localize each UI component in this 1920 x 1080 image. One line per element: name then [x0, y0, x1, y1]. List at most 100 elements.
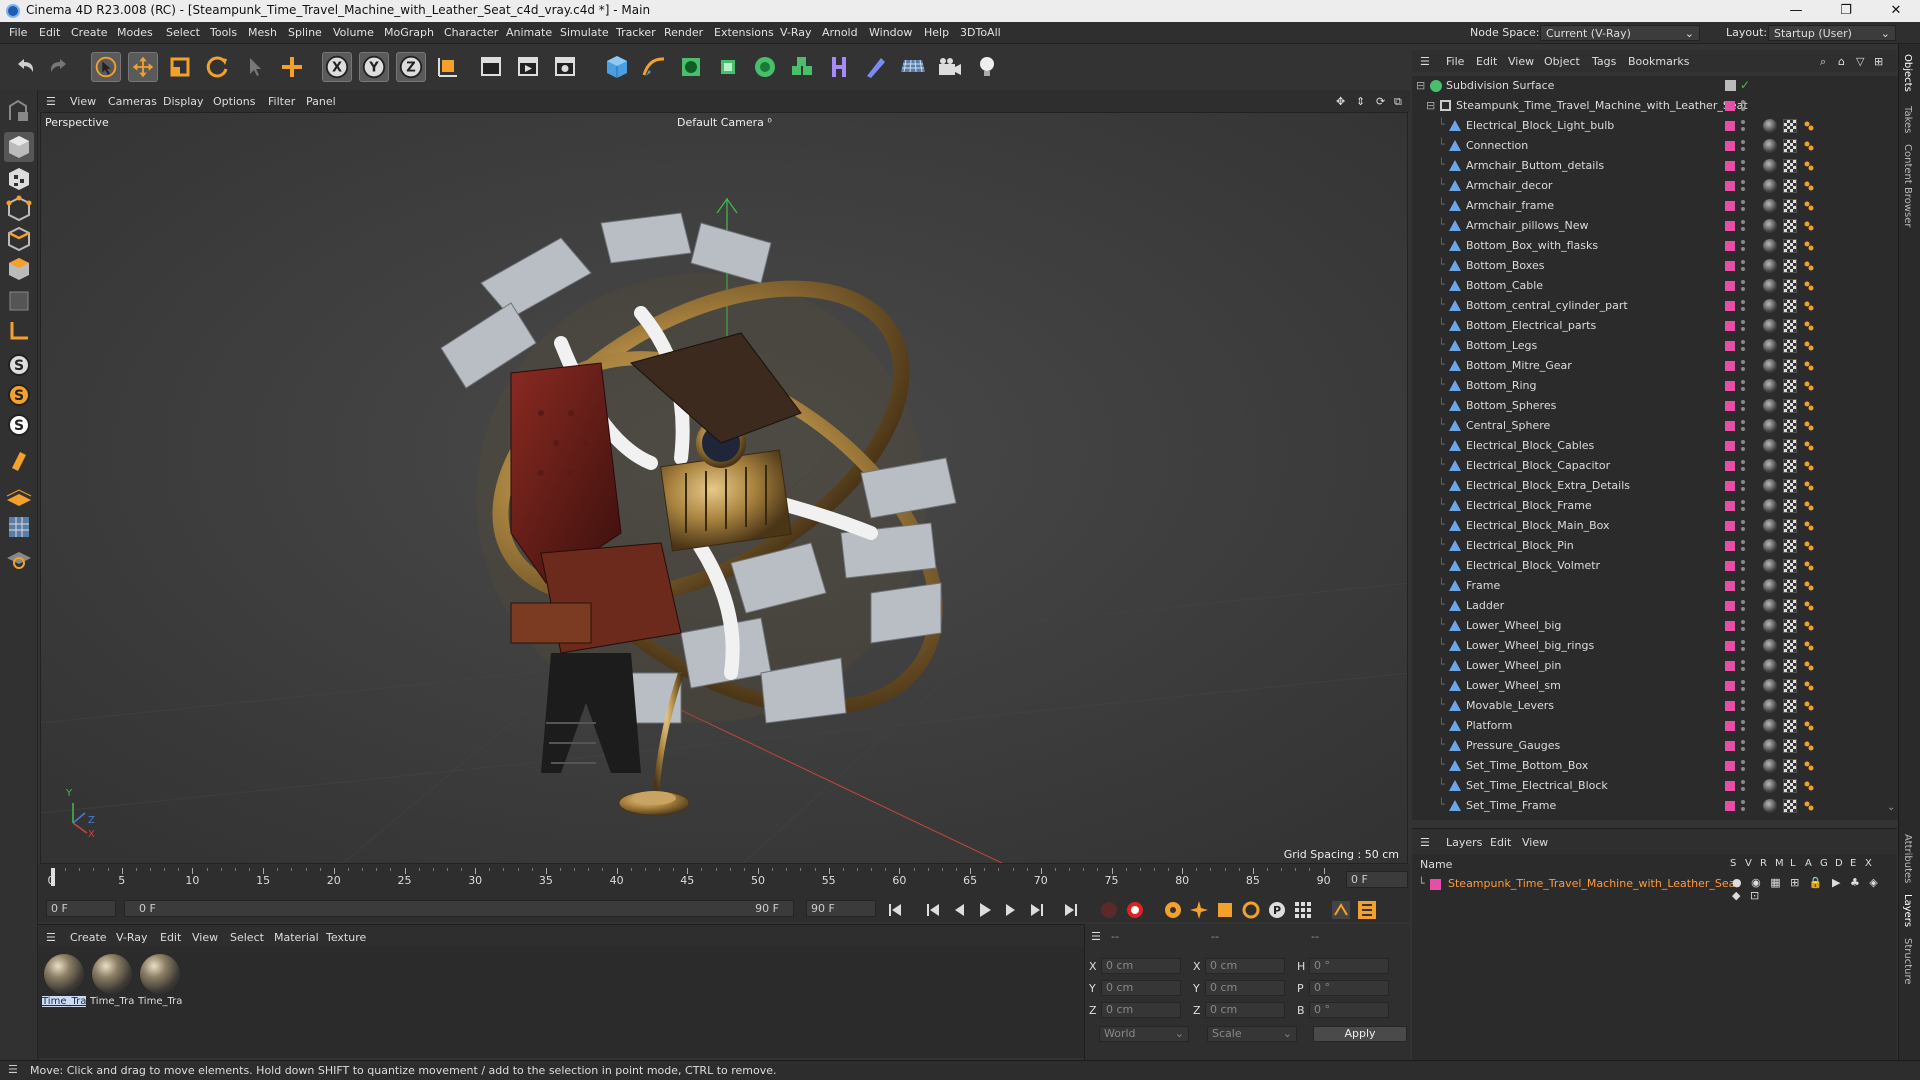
editor-visibility-dot[interactable] [1741, 280, 1745, 284]
object-row[interactable]: └ Movable_Levers [1412, 696, 1886, 716]
object-row[interactable]: └ Electrical_Block_Main_Box [1412, 516, 1886, 536]
mograph-cloner-button[interactable] [750, 52, 780, 82]
editor-visibility-dot[interactable] [1741, 560, 1745, 564]
vray-material-tag-icon[interactable] [1763, 359, 1777, 373]
layer-swatch[interactable] [1725, 381, 1735, 391]
editor-visibility-dot[interactable] [1741, 520, 1745, 524]
collapse-icon[interactable]: ⊟ [1416, 79, 1425, 92]
render-visibility-dot[interactable] [1741, 607, 1745, 611]
layer-swatch[interactable] [1725, 401, 1735, 411]
uvw-tag-icon[interactable] [1803, 420, 1815, 432]
snap-button[interactable]: S [4, 350, 34, 380]
vray-material-tag-icon[interactable] [1763, 479, 1777, 493]
record-off-icon[interactable] [1098, 899, 1120, 921]
layer-swatch[interactable] [1725, 301, 1735, 311]
position-z-field[interactable]: 0 cm [1101, 1002, 1181, 1018]
editor-visibility-dot[interactable] [1741, 260, 1745, 264]
editor-visibility-dot[interactable] [1741, 140, 1745, 144]
vray-material-tag-icon[interactable] [1763, 699, 1777, 713]
vray-material-tag-icon[interactable] [1763, 179, 1777, 193]
point-level-key-icon[interactable] [1292, 899, 1314, 921]
vray-material-tag-icon[interactable] [1763, 379, 1777, 393]
snap-settings-button[interactable]: S [4, 380, 34, 410]
vray-material-tag-icon[interactable] [1763, 679, 1777, 693]
uvw-tag-icon[interactable] [1803, 760, 1815, 772]
editor-visibility-dot[interactable] [1741, 460, 1745, 464]
render-visibility-dot[interactable] [1741, 567, 1745, 571]
uvw-tag-icon[interactable] [1803, 680, 1815, 692]
close-button[interactable]: ✕ [1876, 1, 1916, 21]
layer-swatch[interactable] [1725, 741, 1735, 751]
layer-swatch[interactable] [1725, 321, 1735, 331]
subdivision-surface-button[interactable] [676, 52, 706, 82]
scroll-down-icon[interactable]: ⌄ [1887, 802, 1895, 813]
end-frame-field[interactable]: 90 F [806, 900, 876, 917]
layer-swatch[interactable] [1725, 80, 1736, 91]
collapse-icon[interactable]: ⊟ [1426, 99, 1435, 112]
vray-material-tag-icon[interactable] [1763, 119, 1777, 133]
vray-material-tag-icon[interactable] [1763, 439, 1777, 453]
dolly-view-icon[interactable]: ⇕ [1356, 95, 1365, 108]
object-row[interactable]: └ Set_Time_Frame [1412, 796, 1886, 816]
uvw-tag-icon[interactable] [1803, 780, 1815, 792]
menu-render[interactable]: Render [664, 26, 703, 39]
render-visibility-dot[interactable] [1741, 727, 1745, 731]
make-editable-button[interactable] [4, 96, 34, 126]
object-row[interactable]: └ Connection [1412, 136, 1886, 156]
editor-visibility-dot[interactable] [1741, 100, 1745, 104]
go-to-start-icon[interactable] [884, 899, 906, 921]
texture-tag-icon[interactable] [1783, 119, 1797, 133]
vray-material-tag-icon[interactable] [1763, 559, 1777, 573]
texture-tag-icon[interactable] [1783, 599, 1797, 613]
uvw-tag-icon[interactable] [1803, 260, 1815, 272]
texture-tag-icon[interactable] [1783, 719, 1797, 733]
layer-swatch[interactable] [1725, 781, 1735, 791]
object-row[interactable]: └ Electrical_Block_Pin [1412, 536, 1886, 556]
viewport-camera[interactable]: Default Camera ⁰ [677, 116, 772, 129]
layer-swatch[interactable] [1725, 801, 1735, 811]
timeline-ruler[interactable]: 051015202530354045505560657075808590 [38, 868, 1338, 892]
menu-vray[interactable]: V-Ray [780, 26, 812, 39]
axis-mode-button[interactable] [4, 316, 34, 346]
menu-mograph[interactable]: MoGraph [384, 26, 434, 39]
object-row[interactable]: └ Electrical_Block_Light_bulb [1412, 116, 1886, 136]
vray-material-tag-icon[interactable] [1763, 599, 1777, 613]
render-visibility-dot[interactable] [1741, 287, 1745, 291]
uvw-tag-icon[interactable] [1803, 280, 1815, 292]
render-settings-button[interactable] [550, 52, 580, 82]
layer-column-r[interactable]: R [1760, 858, 1767, 869]
editor-visibility-dot[interactable] [1741, 680, 1745, 684]
uvw-tag-icon[interactable] [1803, 500, 1815, 512]
texture-tag-icon[interactable] [1783, 239, 1797, 253]
search-icon[interactable]: ⌕ [1820, 55, 1826, 69]
render-visibility-dot[interactable] [1741, 687, 1745, 691]
uvw-tag-icon[interactable] [1803, 540, 1815, 552]
menu-file[interactable]: File [9, 26, 27, 39]
previous-frame-icon[interactable] [948, 899, 970, 921]
menu-animate[interactable]: Animate [506, 26, 552, 39]
layer-swatch[interactable] [1725, 101, 1735, 111]
render-visibility-dot[interactable] [1741, 807, 1745, 811]
object-menu-edit[interactable]: Edit [1476, 55, 1497, 68]
texture-tag-icon[interactable] [1783, 439, 1797, 453]
maximize-view-icon[interactable]: ⧉ [1394, 95, 1402, 109]
play-icon[interactable] [974, 899, 996, 921]
menu-tools[interactable]: Tools [210, 26, 237, 39]
filter-icon[interactable]: ▽ [1856, 55, 1864, 68]
layer-swatch[interactable] [1725, 561, 1735, 571]
object-row[interactable]: └ Armchair_decor [1412, 176, 1886, 196]
editor-visibility-dot[interactable] [1741, 620, 1745, 624]
vray-material-tag-icon[interactable] [1763, 539, 1777, 553]
redo-button[interactable] [44, 52, 74, 82]
render-visibility-dot[interactable] [1741, 127, 1745, 131]
minimize-button[interactable]: — [1776, 1, 1816, 21]
layer-swatch[interactable] [1725, 501, 1735, 511]
editor-visibility-dot[interactable] [1741, 300, 1745, 304]
layer-swatch[interactable] [1725, 221, 1735, 231]
rotation-b-field[interactable]: 0 ° [1309, 1002, 1389, 1018]
array-button[interactable] [787, 52, 817, 82]
texture-tag-icon[interactable] [1783, 659, 1797, 673]
render-visibility-dot[interactable] [1741, 447, 1745, 451]
editor-visibility-dot[interactable] [1741, 440, 1745, 444]
create-tool-button[interactable] [277, 52, 307, 82]
